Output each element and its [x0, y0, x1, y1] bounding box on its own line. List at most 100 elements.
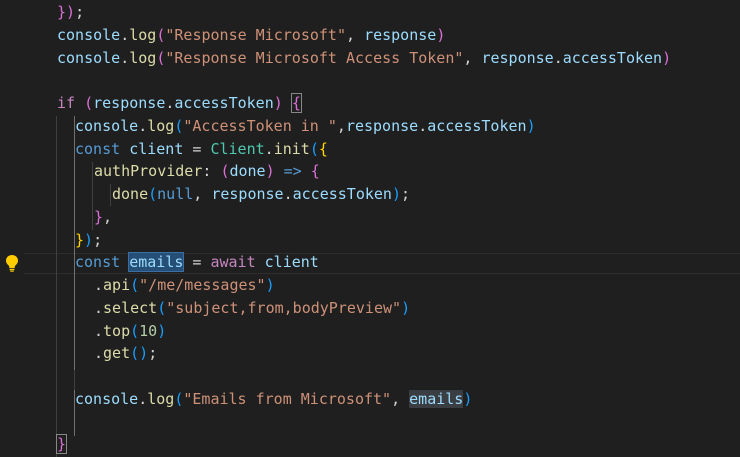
- code-token: }: [55, 434, 68, 455]
- code-token: ,: [346, 25, 365, 44]
- code-token: {: [290, 93, 302, 113]
- code-line[interactable]: console.log("Response Microsoft Access T…: [57, 47, 671, 70]
- code-line[interactable]: }: [55, 433, 68, 456]
- code-token: response: [345, 116, 419, 135]
- code-token: response: [364, 25, 437, 44]
- code-line[interactable]: },: [94, 206, 112, 229]
- code-token: .: [138, 116, 148, 135]
- code-token: .: [94, 344, 104, 363]
- code-token: ): [391, 185, 401, 203]
- code-token: client: [264, 253, 319, 272]
- code-line[interactable]: authProvider: (done) => {: [94, 160, 320, 183]
- code-token: ,: [336, 116, 346, 135]
- code-token: .: [120, 25, 130, 44]
- code-token: ): [526, 116, 536, 135]
- code-line[interactable]: console.log("Response Microsoft", respon…: [57, 24, 445, 47]
- code-token: accessToken: [562, 48, 663, 67]
- code-token: accessToken: [174, 94, 274, 112]
- code-token: response: [93, 94, 166, 112]
- code-token: {: [318, 139, 328, 158]
- code-token: (: [309, 139, 319, 158]
- code-line[interactable]: .api("/me/messages"): [94, 274, 275, 297]
- code-token: ): [436, 25, 446, 44]
- code-token: top: [103, 321, 131, 340]
- code-token: log: [129, 25, 157, 44]
- code-token: :: [202, 162, 221, 181]
- code-token: emails: [128, 252, 185, 273]
- code-line[interactable]: const client = Client.init({: [75, 138, 328, 161]
- code-token: accessToken: [427, 116, 527, 135]
- code-line[interactable]: });: [75, 229, 102, 252]
- code-token: "Emails from Microsoft": [183, 389, 392, 408]
- code-line[interactable]: });: [57, 1, 84, 24]
- code-line[interactable]: const emails = await client: [75, 251, 319, 274]
- code-line[interactable]: console.log("Emails from Microsoft", ema…: [75, 388, 472, 411]
- code-token: =: [183, 139, 211, 158]
- code-token: done: [112, 185, 149, 203]
- code-token: ,: [391, 389, 410, 408]
- code-token: authProvider: [94, 162, 203, 181]
- code-token: .: [94, 298, 104, 317]
- code-token: get: [103, 344, 131, 363]
- code-token: (: [130, 321, 140, 340]
- code-line[interactable]: .select("subject,from,bodyPreview"): [94, 297, 410, 320]
- code-token: select: [103, 298, 158, 317]
- code-token: init: [273, 139, 310, 158]
- code-token: {: [310, 162, 320, 181]
- code-token: ,: [463, 48, 482, 67]
- code-token: console: [57, 25, 121, 44]
- code-token: }): [57, 3, 76, 21]
- code-token: ): [273, 94, 283, 112]
- code-token: ,: [103, 207, 113, 226]
- code-token: }: [94, 207, 104, 226]
- code-line[interactable]: .top(10): [94, 320, 166, 343]
- code-token: ): [662, 48, 672, 67]
- code-token: .: [94, 276, 104, 294]
- code-token: ): [401, 298, 411, 317]
- indent-guide: [110, 184, 111, 206]
- lightbulb-icon[interactable]: [4, 254, 20, 272]
- code-token: await: [210, 253, 256, 272]
- code-token: log: [147, 116, 175, 135]
- code-token: console: [57, 48, 121, 67]
- code-token: "/me/messages": [139, 276, 266, 294]
- code-token: "AccessToken in ": [183, 116, 337, 135]
- code-line[interactable]: done(null, response.accessToken);: [112, 183, 410, 206]
- code-token: =>: [283, 162, 302, 181]
- code-token: 10: [139, 321, 158, 340]
- code-token: api: [103, 276, 131, 294]
- code-token: }: [75, 230, 85, 249]
- code-editor[interactable]: }); console.log("Response Microsoft", res…: [0, 0, 740, 457]
- editor-gutter: [0, 0, 24, 457]
- code-token: response: [481, 48, 554, 67]
- code-line[interactable]: console.log("AccessToken in ",response.a…: [75, 115, 536, 138]
- code-token: .: [553, 48, 563, 67]
- code-token: ;: [148, 344, 158, 363]
- code-token: "subject,from,bodyPreview": [166, 298, 402, 317]
- code-token: .: [418, 116, 428, 135]
- code-token: (: [130, 276, 140, 294]
- code-token: ;: [401, 185, 411, 203]
- code-line[interactable]: if (response.accessToken) {: [57, 92, 302, 115]
- code-token: emails: [409, 389, 464, 408]
- code-line[interactable]: .get();: [94, 342, 157, 365]
- code-token: .: [94, 321, 104, 340]
- indent-guide: [56, 116, 57, 457]
- code-token: "Response Microsoft": [165, 25, 346, 44]
- code-token: =: [183, 253, 211, 272]
- code-token: "Response Microsoft Access Token": [165, 48, 464, 67]
- code-token: ,: [193, 185, 212, 203]
- code-token: ;: [75, 3, 85, 21]
- code-token: ): [463, 389, 473, 408]
- code-token: console: [75, 389, 139, 408]
- code-token: if: [57, 94, 76, 112]
- code-token: ): [265, 162, 275, 181]
- code-token: const: [75, 139, 121, 158]
- code-token: null: [157, 185, 194, 203]
